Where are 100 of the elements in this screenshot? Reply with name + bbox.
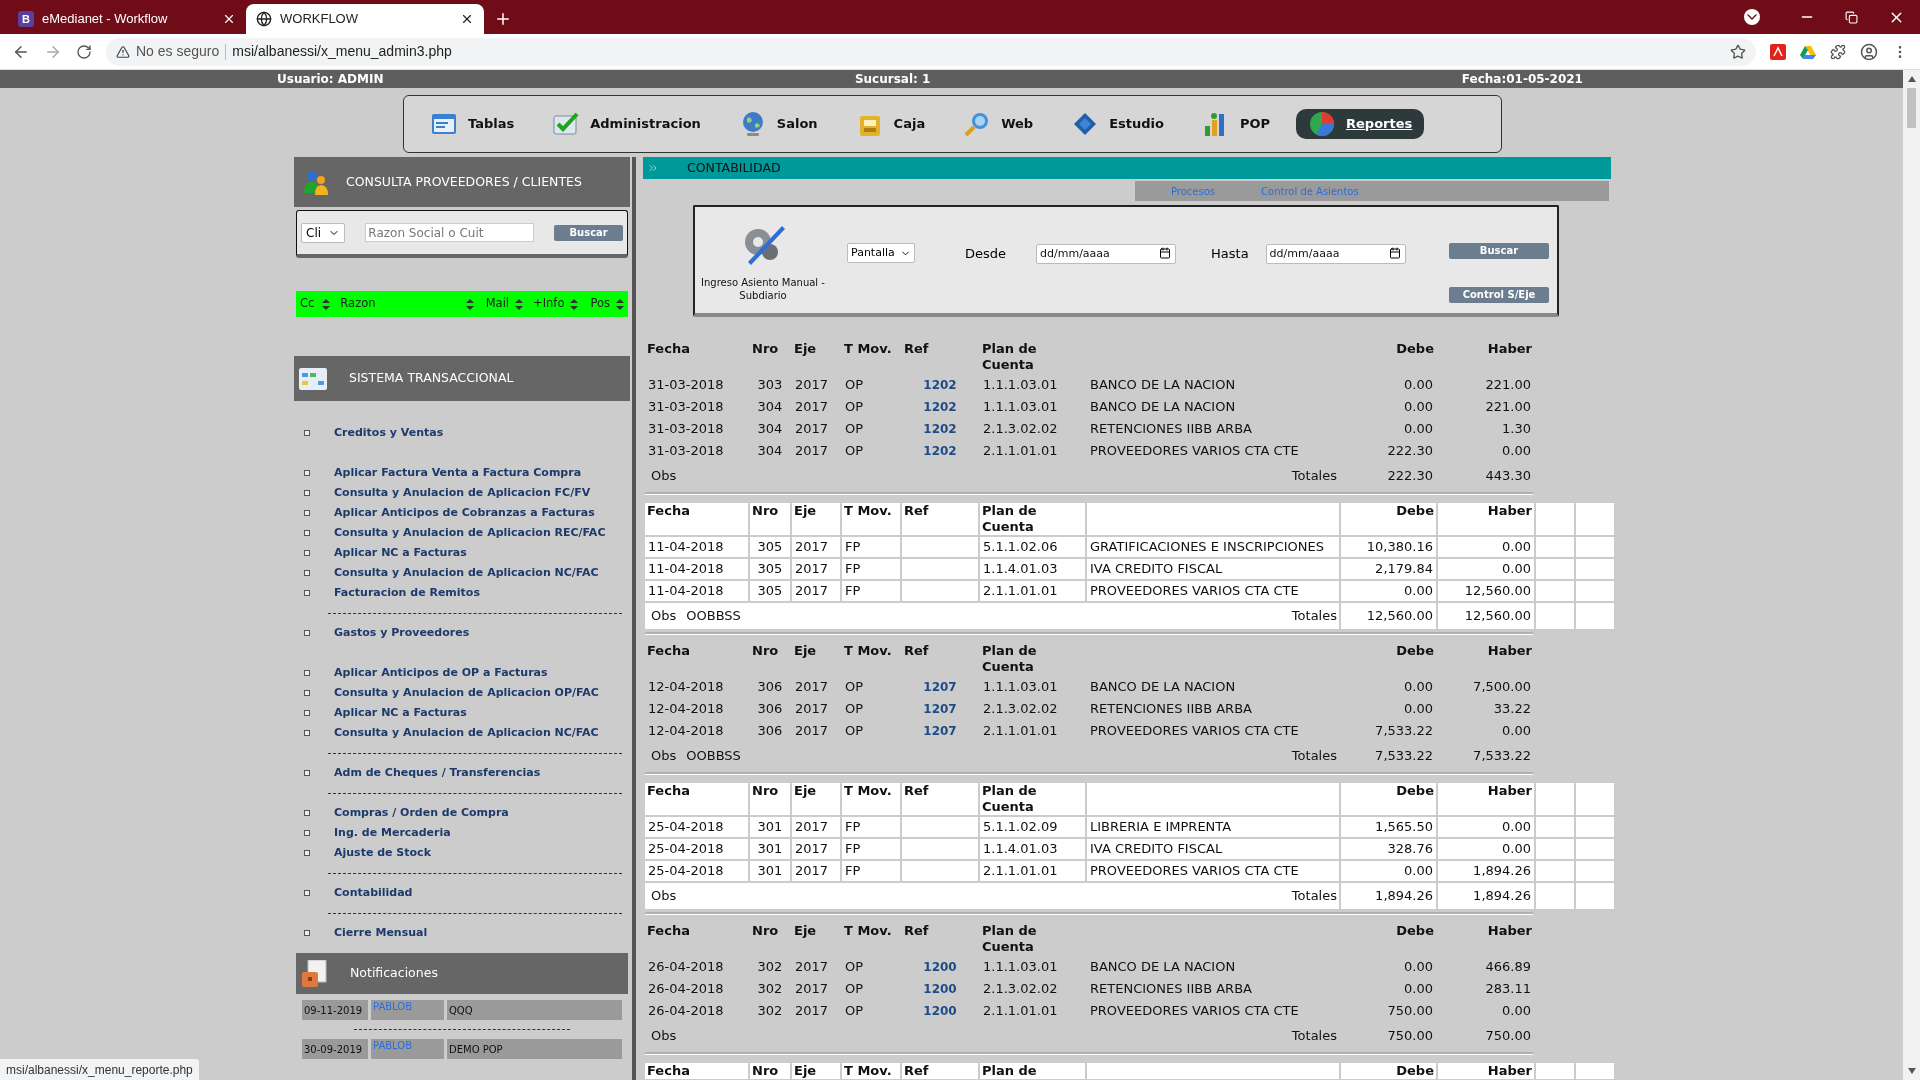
table-cell-text: 12-04-2018 <box>647 722 725 740</box>
browser-tab[interactable]: B eMedianet - Workflow <box>8 4 246 34</box>
scroll-down-icon[interactable] <box>1907 1068 1916 1074</box>
url-text: msi/albanessi/x_menu_admin3.php <box>232 42 452 61</box>
pdf-extension-icon[interactable] <box>1770 43 1786 60</box>
reference-link[interactable]: 1207 <box>923 702 957 716</box>
table-cell-text: BANCO DE LA NACION <box>1089 678 1237 696</box>
tab-title: eMedianet - Workflow <box>42 10 169 29</box>
obs-label: Obs <box>651 887 677 906</box>
search-button[interactable]: Buscar <box>1449 243 1549 259</box>
menu-link[interactable]: Facturacion de Remitos <box>334 584 480 602</box>
restore-icon[interactable] <box>1845 10 1858 24</box>
table-cell-text: 0.00 <box>1501 722 1532 740</box>
search-field[interactable]: Razon Social o Cuit <box>365 223 535 242</box>
module-tab[interactable]: Tablas <box>418 109 527 139</box>
module-tab[interactable]: Web <box>951 109 1046 139</box>
extensions-icon[interactable] <box>1830 43 1846 60</box>
type-select[interactable]: Cli <box>301 222 346 243</box>
menu-link[interactable]: Cierre Mensual <box>334 924 428 942</box>
reference-link[interactable]: 1202 <box>923 444 957 458</box>
table-cell-text: 26-04-2018 <box>647 1002 725 1020</box>
total-debe: 7,533.22 <box>1374 747 1434 765</box>
menu-link[interactable]: Adm de Cheques / Transferencias <box>334 764 541 782</box>
table-cell-text: 302 <box>756 980 784 998</box>
menu-link[interactable]: Aplicar Anticipos de OP a Facturas <box>334 664 548 682</box>
drive-extension-icon[interactable] <box>1800 43 1816 60</box>
column-header: Plan de Cuenta <box>981 643 1038 675</box>
new-tab-icon[interactable] <box>494 10 512 28</box>
column-label[interactable]: Razon <box>340 295 376 313</box>
module-tab[interactable]: Administracion <box>540 109 713 139</box>
module-tab[interactable]: POP <box>1189 109 1283 139</box>
table-cell-text: 31-03-2018 <box>647 376 725 394</box>
close-icon[interactable] <box>222 12 236 26</box>
table-cell-text: 2017 <box>794 442 830 460</box>
sort-icon[interactable] <box>515 298 524 310</box>
menu-link[interactable]: Consulta y Anulacion de Aplicacion REC/FAC <box>334 524 606 542</box>
column-label[interactable]: Cc <box>300 295 315 313</box>
calendar-icon[interactable] <box>1388 247 1401 259</box>
menu-link[interactable]: Gastos y Proveedores <box>334 624 470 642</box>
menu-link[interactable]: Consulta y Anulacion de Aplicacion NC/FAC <box>334 724 599 742</box>
table-cell: FP <box>842 581 900 601</box>
menu-link[interactable]: Creditos y Ventas <box>334 424 444 442</box>
scroll-thumb[interactable] <box>1907 88 1916 128</box>
reference-link[interactable]: 1200 <box>923 1004 957 1018</box>
menu-link[interactable]: Consulta y Anulacion de Aplicacion OP/FAC <box>334 684 599 702</box>
calendar-icon[interactable] <box>1159 247 1172 259</box>
sort-icon[interactable] <box>465 298 474 310</box>
address-bar[interactable]: No es seguro msi/albanessi/x_menu_admin3.php <box>106 37 1756 66</box>
column-label[interactable]: +Info <box>533 295 565 313</box>
menu-link[interactable]: Compras / Orden de Compra <box>334 804 509 822</box>
table-cell: 0.00 <box>1438 839 1534 859</box>
bullet-icon <box>304 630 310 636</box>
reference-link[interactable]: 1202 <box>923 378 957 392</box>
menu-link[interactable]: Consulta y Anulacion de Aplicacion NC/FAC <box>334 564 599 582</box>
table-cell: FP <box>842 537 900 557</box>
module-tab[interactable]: Reportes <box>1296 109 1425 139</box>
sort-icon[interactable] <box>322 298 331 310</box>
column-header: T Mov. <box>843 643 893 660</box>
menu-link[interactable]: Aplicar Factura Venta a Factura Compra <box>334 464 582 482</box>
menu-link[interactable]: Aplicar NC a Facturas <box>334 704 467 722</box>
table-cell-text: 1.30 <box>1501 420 1532 438</box>
search-button[interactable]: Buscar <box>554 224 623 241</box>
table-cell-text: 12-04-2018 <box>647 700 725 718</box>
tab-search-icon[interactable] <box>1744 9 1760 25</box>
close-icon[interactable] <box>460 12 474 26</box>
menu-link[interactable]: Ing. de Mercaderia <box>334 824 451 842</box>
reference-link[interactable]: 1207 <box>923 724 957 738</box>
notification-message: QQQ <box>447 1000 622 1020</box>
scroll-up-icon[interactable] <box>1907 76 1916 82</box>
obs-text: OOBBSS <box>686 747 741 766</box>
module-tab[interactable]: Salon <box>726 109 830 139</box>
reference-link[interactable]: 1202 <box>923 400 957 414</box>
menu-link[interactable]: Contabilidad <box>334 884 413 902</box>
menu-link[interactable]: Aplicar NC a Facturas <box>334 544 467 562</box>
menu-link[interactable]: Ajuste de Stock <box>334 844 431 862</box>
browser-tab[interactable]: WORKFLOW <box>246 4 484 34</box>
output-select[interactable]: Pantalla <box>847 243 915 264</box>
menu-link[interactable]: Consulta y Anulacion de Aplicacion FC/FV <box>334 484 591 502</box>
sort-icon[interactable] <box>616 298 624 310</box>
profile-icon[interactable] <box>1860 42 1878 61</box>
scrollbar[interactable] <box>1903 70 1920 1080</box>
reference-link[interactable]: 1200 <box>923 982 957 996</box>
table-cell-text: BANCO DE LA NACION <box>1089 398 1237 416</box>
reference-link[interactable]: 1202 <box>923 422 957 436</box>
table-cell-text: PROVEEDORES VARIOS CTA CTE <box>1089 1002 1300 1020</box>
control-button[interactable]: Control S/Eje <box>1449 287 1549 303</box>
from-date-field[interactable]: dd/mm/aaaa <box>1036 243 1177 264</box>
reference-link[interactable]: 1200 <box>923 960 957 974</box>
column-label[interactable]: Pos <box>590 295 610 313</box>
module-tab[interactable]: Estudio <box>1059 109 1176 139</box>
menu-link[interactable]: Aplicar Anticipos de Cobranzas a Facturas <box>334 504 595 522</box>
column-label[interactable]: Mail <box>485 295 510 313</box>
reference-link[interactable]: 1207 <box>923 680 957 694</box>
bookmark-icon[interactable] <box>1730 43 1746 60</box>
column-header: Debe <box>1395 643 1435 660</box>
sort-icon[interactable] <box>570 298 579 310</box>
reload-icon[interactable] <box>76 43 92 60</box>
module-tab[interactable]: Caja <box>843 109 938 139</box>
to-date-field[interactable]: dd/mm/aaaa <box>1265 243 1406 264</box>
bullet-icon <box>304 530 310 536</box>
